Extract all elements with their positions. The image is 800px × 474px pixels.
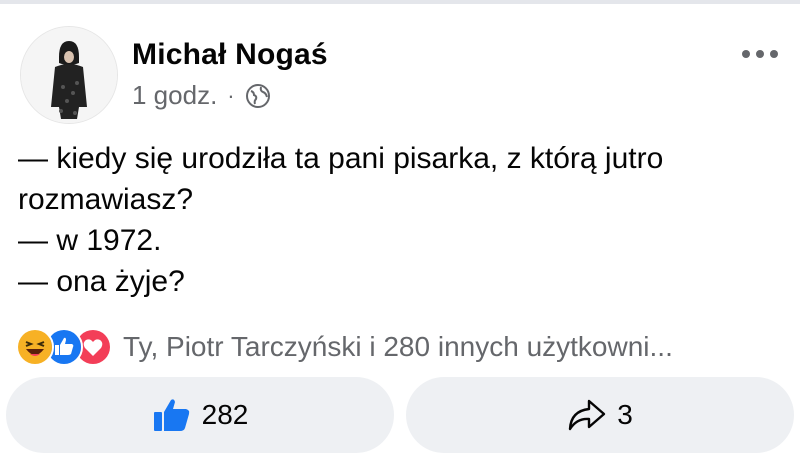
more-options-icon[interactable] [738, 42, 782, 66]
like-count: 282 [201, 399, 249, 430]
reactions-summary[interactable]: Ty, Piotr Tarczyński i 280 innych użytko… [16, 328, 673, 366]
post-meta: 1 godz. · [132, 80, 271, 111]
avatar[interactable] [20, 26, 118, 124]
share-arrow-icon [567, 397, 607, 433]
post-line: rozmawiasz? [18, 183, 194, 216]
reaction-names[interactable]: Ty, Piotr Tarczyński i 280 innych użytko… [123, 331, 673, 363]
haha-icon [16, 328, 54, 366]
share-count: 3 [617, 399, 633, 430]
post-timestamp[interactable]: 1 godz. [132, 80, 217, 111]
post-line: — w 1972. [18, 224, 162, 257]
post-line: — kiedy się urodziła ta pani pisarka, z … [18, 142, 664, 175]
top-divider [0, 0, 800, 4]
post-line: — ona żyje? [18, 265, 185, 298]
post-text: — kiedy się urodziła ta pani pisarka, z … [18, 138, 778, 302]
like-button[interactable]: 282 [6, 377, 394, 453]
avatar-image [21, 27, 117, 123]
globe-icon [245, 83, 271, 109]
share-button[interactable]: 3 [406, 377, 794, 453]
author-name[interactable]: Michał Nogaś [132, 38, 328, 72]
meta-separator: · [227, 82, 235, 108]
thumbs-up-icon [152, 395, 192, 435]
